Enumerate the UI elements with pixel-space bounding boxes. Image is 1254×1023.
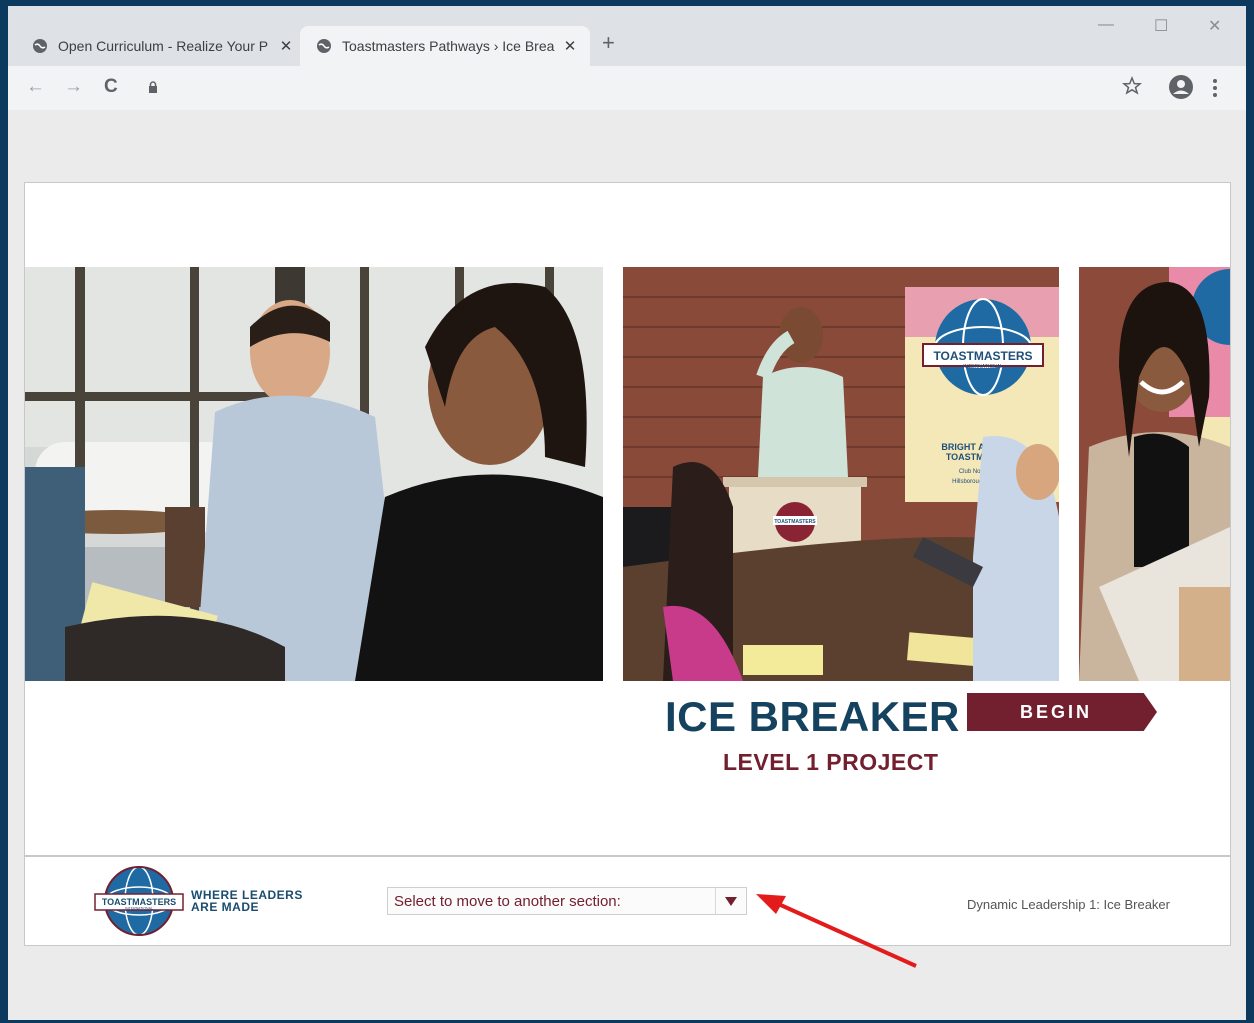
reload-button[interactable]: C (104, 76, 118, 98)
profile-icon[interactable] (1168, 74, 1194, 100)
course-footer: TOASTMASTERS INTERNATIONAL WHERE LEADERS… (25, 855, 1230, 947)
star-icon[interactable] (1122, 76, 1142, 96)
page-viewport: TOASTMASTERS INTERNATIONAL BRIGHT AND EA… (8, 110, 1246, 1020)
lock-icon (149, 81, 157, 93)
close-tab-icon[interactable]: ✕ (276, 37, 296, 55)
tab-label: Toastmasters Pathways › Ice Brea (342, 38, 555, 54)
project-level: LEVEL 1 PROJECT (723, 749, 939, 775)
begin-button[interactable]: BEGIN (967, 693, 1157, 731)
svg-text:TOASTMASTERS: TOASTMASTERS (933, 349, 1032, 363)
menu-icon[interactable] (1212, 78, 1218, 98)
tab-open-curriculum[interactable]: Open Curriculum - Realize Your P ✕ (8, 26, 300, 66)
dropdown-caret-icon[interactable] (715, 888, 746, 914)
maximize-button[interactable]: ☐ (1154, 16, 1168, 36)
tagline-line-2: ARE MADE (191, 900, 260, 914)
globe-icon (317, 39, 331, 53)
project-title: ICE BREAKER (665, 693, 960, 740)
svg-text:INTERNATIONAL: INTERNATIONAL (125, 907, 153, 911)
course-frame: TOASTMASTERS INTERNATIONAL BRIGHT AND EA… (24, 182, 1231, 946)
minimize-button[interactable]: — (1098, 16, 1114, 34)
globe-icon (33, 39, 47, 53)
close-window-button[interactable]: ✕ (1208, 16, 1221, 36)
two-members-seated-photo (25, 267, 603, 681)
tagline: WHERE LEADERS ARE MADE (191, 889, 303, 913)
tab-toastmasters-pathways[interactable]: Toastmasters Pathways › Ice Brea ✕ (300, 26, 590, 66)
tab-strip: Open Curriculum - Realize Your P ✕ Toast… (8, 6, 1246, 66)
section-select[interactable]: Select to move to another section: (387, 887, 747, 915)
browser-toolbar: ← → C (8, 66, 1246, 110)
address-bar[interactable] (136, 72, 1106, 104)
svg-text:TOASTMASTERS: TOASTMASTERS (774, 519, 816, 525)
tab-label: Open Curriculum - Realize Your P (58, 38, 269, 54)
speaker-at-lectern-photo: TOASTMASTERS INTERNATIONAL BRIGHT AND EA… (623, 267, 1059, 681)
back-button[interactable]: ← (26, 76, 45, 98)
close-tab-icon[interactable]: ✕ (560, 37, 580, 55)
svg-text:INTERNATIONAL: INTERNATIONAL (963, 364, 1003, 370)
breadcrumb: Dynamic Leadership 1: Ice Breaker (966, 897, 1170, 912)
smiling-woman-at-lectern-photo (1079, 267, 1230, 681)
new-tab-button[interactable]: + (602, 30, 615, 56)
section-select-value: Select to move to another section: (394, 892, 621, 910)
svg-text:TOASTMASTERS: TOASTMASTERS (102, 897, 176, 907)
forward-button[interactable]: → (64, 76, 83, 98)
toastmasters-logo: TOASTMASTERS INTERNATIONAL (94, 866, 184, 936)
annotation-arrow-icon (756, 894, 917, 968)
browser-window: Open Curriculum - Realize Your P ✕ Toast… (8, 6, 1246, 1020)
